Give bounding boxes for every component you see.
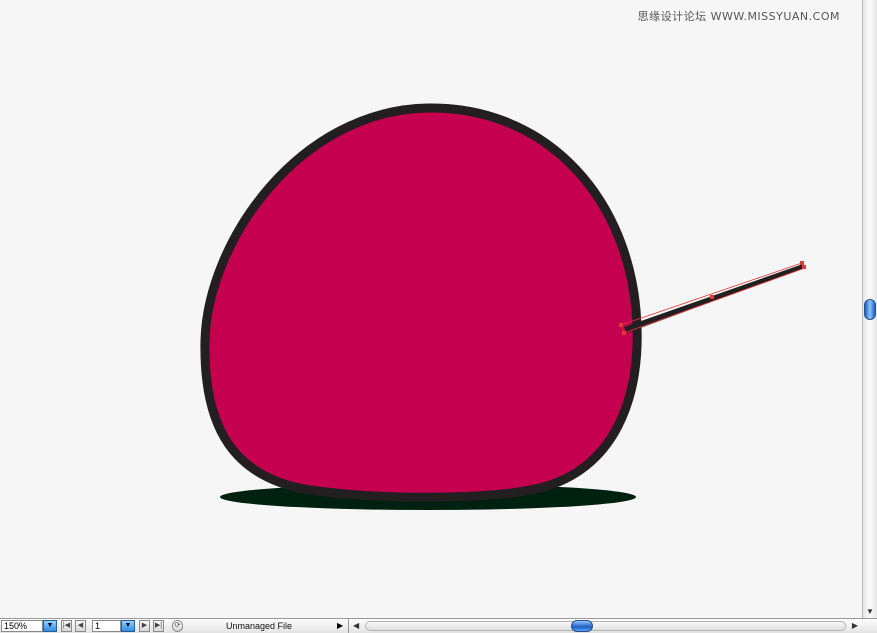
creature-body[interactable]: [200, 103, 642, 502]
stem-path-selected[interactable]: [619, 261, 806, 335]
rotate-icon[interactable]: ⟳: [172, 620, 183, 632]
next-page-icon[interactable]: ▶: [139, 620, 150, 632]
zoom-field[interactable]: 150%: [1, 620, 43, 632]
horizontal-scroll-thumb[interactable]: [571, 620, 593, 632]
triangle-right-icon[interactable]: ▶: [337, 620, 343, 632]
vertical-scroll-thumb[interactable]: [864, 299, 876, 320]
triangle-left-icon[interactable]: ◀: [353, 620, 359, 632]
triangle-right-icon[interactable]: ▶: [852, 620, 858, 632]
anchor-point[interactable]: [622, 331, 626, 335]
artwork-svg[interactable]: [0, 0, 862, 618]
vertical-scrollbar[interactable]: ▼: [862, 0, 877, 618]
triangle-down-icon[interactable]: ▼: [866, 608, 874, 616]
anchor-point[interactable]: [802, 265, 806, 269]
artboard-canvas[interactable]: 思缘设计论坛 WWW.MISSYUAN.COM: [0, 0, 862, 618]
triangle-down-icon[interactable]: ▼: [121, 620, 135, 632]
horizontal-scroll-track[interactable]: [365, 621, 846, 631]
horizontal-scrollbar[interactable]: ◀ ▶: [348, 619, 862, 633]
anchor-point[interactable]: [800, 261, 804, 265]
prev-page-icon[interactable]: ◀: [75, 620, 86, 632]
file-status-label[interactable]: Unmanaged File: [226, 620, 292, 632]
triangle-down-icon[interactable]: ▼: [43, 620, 57, 632]
first-page-icon[interactable]: |◀: [61, 620, 72, 632]
page-number-field[interactable]: 1: [92, 620, 121, 632]
status-bar: 150% ▼ |◀ ◀ 1 ▼ ▶ ▶| ⟳ Unmanaged File ▶ …: [0, 618, 877, 633]
anchor-point[interactable]: [619, 323, 623, 327]
anchor-point[interactable]: [710, 295, 714, 299]
last-page-icon[interactable]: ▶|: [153, 620, 164, 632]
